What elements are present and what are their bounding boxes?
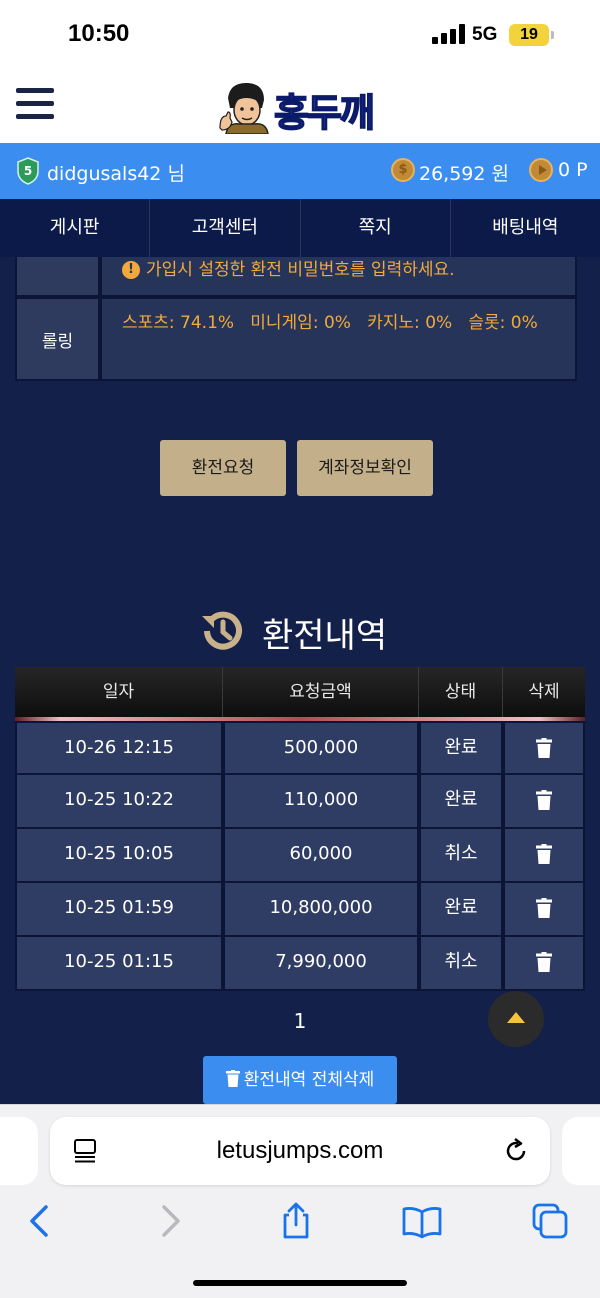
cell-amount: 60,000 bbox=[223, 829, 419, 883]
reload-icon[interactable] bbox=[502, 1137, 530, 1165]
logo-text: 홍두깨 bbox=[273, 90, 375, 136]
table-row: 10-25 01:15 7,990,000 취소 bbox=[15, 937, 585, 991]
back-icon[interactable] bbox=[20, 1201, 60, 1241]
nav-customer-center[interactable]: 고객센터 bbox=[150, 199, 301, 257]
money-balance: 26,592 원 bbox=[419, 163, 510, 185]
username: didgusals42 님 bbox=[47, 163, 185, 185]
cell-status: 완료 bbox=[419, 721, 503, 775]
history-header: 환전내역 bbox=[198, 600, 418, 658]
cell-date: 10-25 10:05 bbox=[15, 829, 223, 883]
prev-tab-edge[interactable] bbox=[0, 1117, 38, 1185]
rolling-label: 롤링 bbox=[15, 297, 100, 381]
nav-bet-history[interactable]: 배팅내역 bbox=[451, 199, 600, 257]
browser-toolbar: letusjumps.com bbox=[0, 1104, 600, 1298]
home-indicator[interactable] bbox=[193, 1280, 407, 1286]
cell-status: 완료 bbox=[419, 775, 503, 829]
forward-icon[interactable] bbox=[150, 1201, 190, 1241]
cell-status: 완료 bbox=[419, 883, 503, 937]
url-text: letusjumps.com bbox=[216, 1137, 384, 1164]
trash-icon bbox=[536, 844, 552, 864]
next-tab-edge[interactable] bbox=[562, 1117, 600, 1185]
table-body: 10-26 12:15 500,000 완료 10-25 10:22 110,000 완료… bbox=[15, 721, 585, 991]
col-delete: 삭제 bbox=[528, 682, 560, 702]
trash-icon bbox=[536, 790, 552, 810]
point-icon bbox=[529, 158, 553, 182]
delete-row-button[interactable] bbox=[503, 775, 585, 829]
rolling-row: 롤링 스포츠: 74.1% 미니게임: 0% 카지노: 0% 슬롯: 0% bbox=[15, 297, 577, 381]
svg-text:5: 5 bbox=[24, 164, 32, 178]
table-row: 10-25 01:59 10,800,000 완료 bbox=[15, 883, 585, 937]
address-bar[interactable]: letusjumps.com bbox=[50, 1117, 550, 1185]
signal-icon bbox=[432, 24, 465, 44]
tabs-icon[interactable] bbox=[530, 1201, 570, 1241]
cell-date: 10-26 12:15 bbox=[15, 721, 223, 775]
site-header: 홍두깨 bbox=[0, 70, 600, 143]
history-title: 환전내역 bbox=[262, 616, 388, 656]
col-date: 일자 bbox=[15, 667, 223, 721]
delete-all-label: 환전내역 전체삭제 bbox=[243, 1070, 375, 1090]
account-info-button[interactable]: 계좌정보확인 bbox=[297, 440, 433, 496]
bookmarks-icon[interactable] bbox=[402, 1201, 442, 1241]
delete-row-button[interactable] bbox=[503, 883, 585, 937]
password-row: ! 가입시 설정한 환전 비밀번호를 입력하세요. bbox=[15, 257, 577, 297]
trash-icon bbox=[536, 738, 552, 758]
table-row: 10-26 12:15 500,000 완료 bbox=[15, 721, 585, 775]
password-hint-text: 가입시 설정한 환전 비밀번호를 입력하세요. bbox=[146, 260, 455, 280]
user-bar: 5 didgusals42 님 $ 26,592 원 0 P bbox=[0, 143, 600, 199]
main-nav: 게시판 고객센터 쪽지 배팅내역 bbox=[0, 199, 600, 257]
cell-amount: 500,000 bbox=[223, 721, 419, 775]
share-icon[interactable] bbox=[276, 1201, 316, 1241]
logo-mascot-icon bbox=[219, 82, 269, 134]
nav-messages[interactable]: 쪽지 bbox=[301, 199, 451, 257]
exchange-request-button[interactable]: 환전요청 bbox=[160, 440, 286, 496]
password-hint: ! 가입시 설정한 환전 비밀번호를 입력하세요. bbox=[100, 257, 577, 297]
cell-amount: 7,990,000 bbox=[223, 937, 419, 991]
col-status: 상태 bbox=[419, 667, 503, 721]
cell-date: 10-25 10:22 bbox=[15, 775, 223, 829]
table-header: 일자 요청금액 상태 삭제 bbox=[15, 667, 585, 721]
menu-icon[interactable] bbox=[16, 88, 54, 122]
password-label bbox=[15, 257, 100, 297]
history-icon bbox=[202, 611, 242, 650]
history-table: 일자 요청금액 상태 삭제 10-26 12:15 500,000 완료 10-25 … bbox=[15, 667, 585, 991]
cell-date: 10-25 01:59 bbox=[15, 883, 223, 937]
battery-icon: 19 bbox=[509, 24, 549, 46]
trash-icon bbox=[225, 1070, 240, 1087]
info-icon: ! bbox=[122, 261, 140, 279]
rolling-value: 스포츠: 74.1% 미니게임: 0% 카지노: 0% 슬롯: 0% bbox=[100, 297, 577, 381]
exchange-page: ! 가입시 설정한 환전 비밀번호를 입력하세요. 롤링 스포츠: 74.1% 미… bbox=[0, 257, 600, 1104]
trash-icon bbox=[536, 898, 552, 918]
battery-tip bbox=[551, 31, 554, 39]
point-balance: 0 P bbox=[558, 159, 588, 181]
table-row: 10-25 10:05 60,000 취소 bbox=[15, 829, 585, 883]
cell-status: 취소 bbox=[419, 937, 503, 991]
cell-status: 취소 bbox=[419, 829, 503, 883]
level-shield-icon: 5 bbox=[17, 157, 39, 185]
delete-row-button[interactable] bbox=[503, 937, 585, 991]
cell-amount: 110,000 bbox=[223, 775, 419, 829]
trash-icon bbox=[536, 952, 552, 972]
col-amount: 요청금액 bbox=[223, 667, 419, 721]
exchange-info-table: ! 가입시 설정한 환전 비밀번호를 입력하세요. 롤링 스포츠: 74.1% 미… bbox=[15, 257, 577, 381]
table-row: 10-25 10:22 110,000 완료 bbox=[15, 775, 585, 829]
nav-board[interactable]: 게시판 bbox=[0, 199, 151, 257]
status-bar: 10:50 5G 19 bbox=[0, 0, 600, 70]
cell-date: 10-25 01:15 bbox=[15, 937, 223, 991]
cell-amount: 10,800,000 bbox=[223, 883, 419, 937]
money-coin-icon: $ bbox=[391, 158, 415, 182]
scroll-to-top-button[interactable] bbox=[488, 991, 544, 1047]
delete-row-button[interactable] bbox=[503, 829, 585, 883]
delete-row-button[interactable] bbox=[503, 721, 585, 775]
status-time: 10:50 bbox=[68, 20, 130, 47]
site-logo[interactable]: 홍두깨 bbox=[218, 78, 388, 136]
delete-all-history-button[interactable]: 환전내역 전체삭제 bbox=[203, 1056, 397, 1104]
network-label: 5G bbox=[472, 24, 498, 45]
